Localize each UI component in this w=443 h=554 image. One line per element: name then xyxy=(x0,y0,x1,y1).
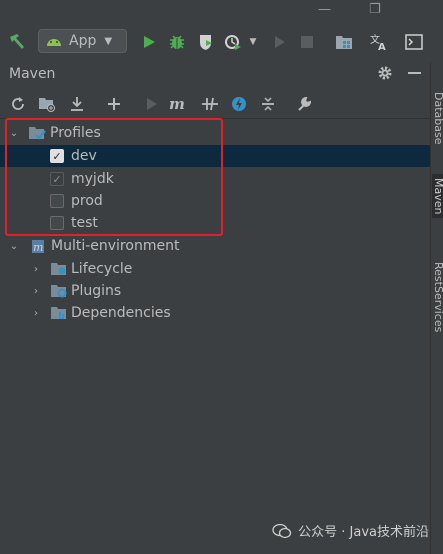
debug-button[interactable] xyxy=(166,30,188,54)
profile-label: test xyxy=(71,215,98,231)
profile-item-myjdk[interactable]: ✓ myjdk xyxy=(0,168,430,190)
chevron-down-icon[interactable]: ⌄ xyxy=(8,240,20,252)
dependencies-folder-icon xyxy=(51,307,66,319)
tree-node-dependencies[interactable]: › Dependencies xyxy=(0,302,430,324)
collapse-all-button[interactable] xyxy=(257,93,279,115)
chevron-right-icon[interactable]: › xyxy=(30,285,42,297)
run-maven-icon xyxy=(147,98,157,110)
profile-checkbox[interactable] xyxy=(50,216,64,230)
coverage-icon xyxy=(200,35,212,50)
tree-node-plugins[interactable]: › Plugins xyxy=(0,280,430,302)
right-tool-strip: Database Maven RestServices xyxy=(430,62,443,554)
maximize-window-button[interactable]: ❐ xyxy=(369,2,381,17)
maven-panel-header: Maven xyxy=(0,62,430,88)
reload-icon xyxy=(12,97,24,110)
watermark-text: 公众号 · Java技术前沿 xyxy=(298,525,429,540)
step-button[interactable] xyxy=(270,30,290,54)
side-tab-database[interactable]: Database xyxy=(432,92,443,145)
chevron-right-icon[interactable]: › xyxy=(30,263,42,275)
show-dependencies-icon xyxy=(262,97,274,111)
tree-node-label: Dependencies xyxy=(71,305,171,321)
profiler-button[interactable] xyxy=(222,30,244,54)
tree-node-profiles[interactable]: ⌄ Profiles xyxy=(0,122,430,144)
profile-label: prod xyxy=(71,193,103,209)
title-bar: — ❐ xyxy=(0,0,443,22)
profile-label: dev xyxy=(71,148,97,164)
panel-title: Maven xyxy=(9,66,56,82)
settings-wrench-icon xyxy=(298,96,312,111)
profile-item-prod[interactable]: prod xyxy=(0,190,430,212)
toggle-offline-mode-button[interactable] xyxy=(199,93,221,115)
debug-icon xyxy=(170,35,184,49)
add-maven-project-icon xyxy=(39,98,55,112)
tree-node-label: Multi-environment xyxy=(51,238,180,254)
dropdown-icon: ▼ xyxy=(249,37,257,47)
profiles-folder-icon xyxy=(29,127,46,140)
panel-settings-button[interactable] xyxy=(377,65,393,85)
hammer-icon xyxy=(10,34,24,49)
profile-checkbox[interactable]: ✓ xyxy=(50,172,64,186)
side-tab-maven[interactable]: Maven xyxy=(432,174,443,219)
execute-maven-goal-button[interactable]: m xyxy=(168,93,190,115)
build-button[interactable] xyxy=(6,30,28,54)
reload-button[interactable] xyxy=(7,93,29,115)
chevron-down-icon[interactable]: ⌄ xyxy=(8,127,20,139)
maven-settings-button[interactable] xyxy=(293,93,315,115)
tree-node-label: Profiles xyxy=(50,125,101,141)
translate-icon: 文 A xyxy=(370,33,386,52)
translate-button[interactable]: 文 A xyxy=(368,30,390,54)
tree-node-lifecycle[interactable]: › Lifecycle xyxy=(0,258,430,280)
run-configuration-label: App xyxy=(69,33,97,49)
svg-text:m: m xyxy=(33,241,43,254)
terminal-icon xyxy=(405,34,423,50)
maven-project-icon: m xyxy=(32,240,44,254)
maven-tree: ⌄ Profiles ✓ dev ✓ myjdk prod test ⌄ m M… xyxy=(0,120,430,554)
chevron-right-icon[interactable]: › xyxy=(30,307,42,319)
minimize-icon[interactable] xyxy=(408,72,421,74)
tree-node-label: Lifecycle xyxy=(71,261,133,277)
profile-checkbox[interactable]: ✓ xyxy=(50,149,64,163)
chevron-down-icon: ▼ xyxy=(104,35,113,47)
svg-text:m: m xyxy=(169,96,185,112)
side-tab-restservices[interactable]: RestServices xyxy=(432,262,443,332)
download-sources-button[interactable] xyxy=(66,93,88,115)
main-toolbar: App ▼ ▼ 文 A xyxy=(0,22,443,63)
add-button[interactable] xyxy=(103,93,125,115)
execute-goal-icon: m xyxy=(169,96,185,112)
tree-node-label: Plugins xyxy=(71,283,122,299)
step-icon xyxy=(275,36,285,48)
stop-button[interactable] xyxy=(297,30,317,54)
terminal-button[interactable] xyxy=(403,30,425,54)
android-icon xyxy=(47,39,61,46)
plus-icon xyxy=(108,98,120,110)
project-structure-button[interactable] xyxy=(333,30,355,54)
gear-icon xyxy=(378,66,392,80)
add-maven-project-button[interactable] xyxy=(36,93,58,115)
tree-node-project[interactable]: ⌄ m Multi-environment xyxy=(0,235,430,257)
skip-tests-icon xyxy=(232,97,246,111)
profile-item-test[interactable]: test xyxy=(0,212,430,234)
run-icon xyxy=(144,36,155,48)
minimize-window-button[interactable]: — xyxy=(318,2,331,17)
download-icon xyxy=(71,97,83,111)
profile-checkbox[interactable] xyxy=(50,194,64,208)
run-with-coverage-button[interactable] xyxy=(195,30,217,54)
svg-text:A: A xyxy=(378,42,386,52)
wechat-icon xyxy=(272,523,292,538)
run-button[interactable] xyxy=(138,30,160,54)
toggle-offline-icon xyxy=(202,97,218,111)
lifecycle-folder-icon xyxy=(51,263,66,275)
stop-icon xyxy=(301,36,313,48)
profile-label: myjdk xyxy=(71,171,114,187)
plugins-folder-icon xyxy=(51,285,67,298)
run-maven-build-button[interactable] xyxy=(141,93,163,115)
skip-tests-button[interactable] xyxy=(228,93,250,115)
more-run-options-button[interactable]: ▼ xyxy=(246,30,260,54)
maven-toolbar: m xyxy=(0,90,430,119)
project-structure-icon xyxy=(336,36,352,49)
run-configuration-selector[interactable]: App ▼ xyxy=(38,29,127,53)
watermark: 公众号 · Java技术前沿 xyxy=(272,521,429,540)
profiler-icon xyxy=(225,35,241,50)
profile-item-dev[interactable]: ✓ dev xyxy=(0,145,430,167)
